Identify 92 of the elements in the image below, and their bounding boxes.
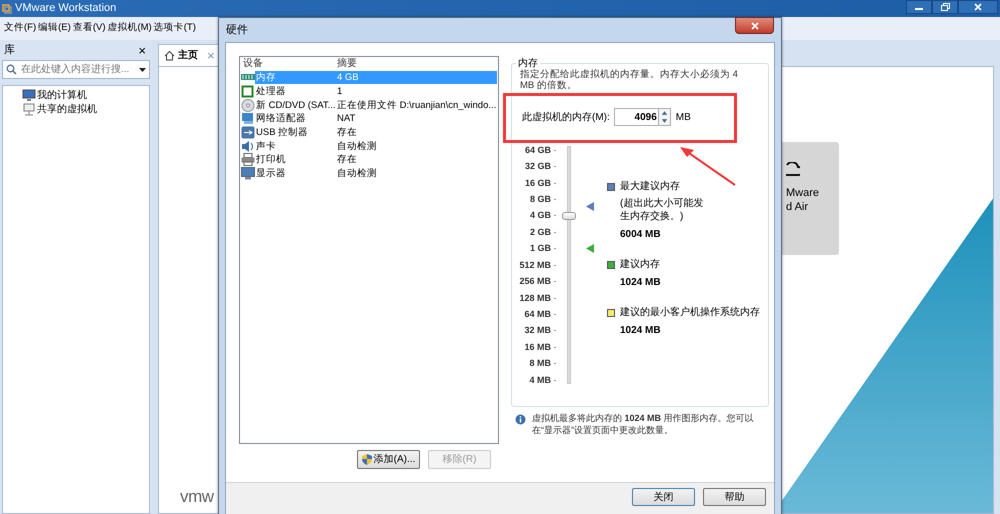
menu-item[interactable]: 选项卡(T) — [154, 21, 196, 36]
tree-item[interactable]: 我的计算机 — [37, 88, 87, 102]
minimize-button[interactable] — [906, 0, 932, 14]
scale-label: 16 MB — [524, 342, 551, 352]
dialog-title: 硬件 — [226, 23, 248, 38]
dialog-button[interactable]: 帮助 — [703, 488, 766, 506]
memory-input[interactable]: 4096 — [614, 108, 659, 126]
device-row[interactable]: 显示器 自动检测 — [255, 167, 497, 180]
spin-buttons[interactable] — [658, 108, 671, 126]
device-summary: 自动检测 — [336, 167, 378, 180]
search-field[interactable]: 在此处键入内容进行搜... — [2, 60, 150, 79]
menu-item[interactable]: 文件(F) — [4, 21, 36, 36]
legend-title: 建议的最小客户机操作系统内存 — [620, 306, 760, 319]
scale-label: 32 GB — [524, 162, 551, 172]
legend-title: 建议内存 — [620, 258, 660, 271]
column-header: 设备 — [242, 57, 264, 71]
panel-close-button[interactable]: × — [138, 44, 146, 56]
scale-label: 8 MB — [529, 359, 551, 368]
device-name: 处理器 — [255, 85, 287, 98]
scale-label: 64 MB — [524, 310, 551, 319]
device-summary: 正在使用文件 D:\ruanjian\cn_windo... — [336, 98, 497, 112]
dialog-button[interactable]: 关闭 — [632, 488, 695, 506]
logo-text: vmw — [180, 486, 214, 508]
scale-label: 16 GB — [524, 178, 551, 188]
menu-item[interactable]: 查看(V) — [72, 21, 106, 36]
legend-value: 1024 MB — [620, 324, 662, 337]
device-row[interactable]: USB 控制器 存在 — [255, 126, 497, 140]
scale-label: 1 GB — [530, 244, 551, 254]
panel-title: 库 — [4, 42, 15, 58]
menu-item[interactable]: 虚拟机(M) — [107, 21, 152, 36]
description-text: 指定分配给此虚拟机的内存量。内存大小必须为 4 MB 的倍数。 — [520, 69, 739, 91]
device-name: 显示器 — [255, 167, 287, 180]
legend-value: 6004 MB — [620, 228, 662, 241]
info-icon — [515, 414, 526, 425]
field-label: 此虚拟机的内存(M): — [522, 110, 610, 124]
device-name: 打印机 — [255, 153, 287, 166]
device-summary: 自动检测 — [336, 140, 378, 153]
app-logo-icon — [2, 4, 12, 14]
device-summary: NAT — [336, 112, 356, 126]
restore-button[interactable] — [932, 0, 958, 14]
device-row[interactable]: 打印机 存在 — [255, 153, 497, 166]
scale-label: 64 GB — [524, 146, 551, 155]
column-header: 摘要 — [336, 57, 358, 71]
close-icon — [974, 3, 982, 11]
restore-icon — [940, 3, 950, 11]
slider-thumb[interactable] — [562, 212, 576, 220]
unit-label: MB — [676, 110, 691, 124]
device-name: 网络适配器 — [255, 112, 307, 126]
dropdown-caret-icon — [139, 68, 146, 72]
info-text: 虚拟机最多将此内存的 1024 MB 用作图形内存。您可以在“显示器”设置页面中更改此数量。 — [532, 412, 755, 436]
tree-item[interactable]: 共享的虚拟机 — [37, 102, 97, 116]
scale-label: 4 GB — [530, 211, 551, 220]
scale-label: 32 MB — [524, 326, 551, 336]
device-summary: 1 — [336, 85, 344, 98]
scale-label: 4 MB — [529, 376, 551, 385]
dialog-close-button[interactable] — [735, 17, 774, 34]
computer-icon — [22, 88, 36, 102]
close-button[interactable] — [958, 0, 998, 14]
legend-value: 1024 MB — [620, 276, 662, 289]
scale-label: 512 MB — [519, 260, 551, 270]
device-row[interactable]: 网络适配器 NAT — [255, 112, 497, 126]
scale-label: 2 GB — [530, 228, 551, 237]
scale-label: 8 GB — [530, 194, 551, 204]
device-summary: 存在 — [336, 153, 358, 166]
speaker-icon — [241, 140, 255, 153]
search-icon — [6, 64, 17, 75]
close-icon — [750, 22, 758, 30]
device-name: 声卡 — [255, 140, 277, 153]
device-row[interactable]: 声卡 自动检测 — [255, 140, 497, 153]
home-icon — [164, 50, 175, 61]
scale-label: 128 MB — [519, 294, 551, 302]
menu-item[interactable]: 编辑(E) — [38, 21, 71, 36]
legend-title: 最大建议内存 — [620, 180, 680, 193]
tab-label: 主页 — [178, 48, 198, 63]
tab[interactable]: 主页 × — [158, 44, 221, 66]
network-icon — [241, 112, 255, 126]
scale-label: 256 MB — [519, 277, 551, 286]
network-computer-icon — [22, 102, 36, 116]
device-name: 新 CD/DVD (SAT... — [255, 98, 335, 112]
device-name: 内存 — [255, 71, 277, 84]
device-row[interactable]: 处理器 1 — [255, 85, 497, 98]
device-summary: 存在 — [336, 126, 358, 140]
window-title: VMware Workstation — [15, 1, 116, 16]
annotation-arrow — [678, 145, 738, 187]
card-text: d Air — [786, 200, 810, 214]
card-text: Mware — [786, 186, 820, 200]
device-summary: 4 GB — [336, 71, 360, 84]
group-title: 内存 — [517, 56, 539, 69]
device-row[interactable]: 新 CD/DVD (SAT...正在使用文件 D:\ruanjian\cn_windo... — [255, 98, 497, 112]
device-name: USB 控制器 — [255, 126, 310, 140]
add-button[interactable]: 添加(A)... — [357, 450, 420, 469]
legend-note: (超出此大小可能发生内存交换。) — [620, 197, 704, 223]
